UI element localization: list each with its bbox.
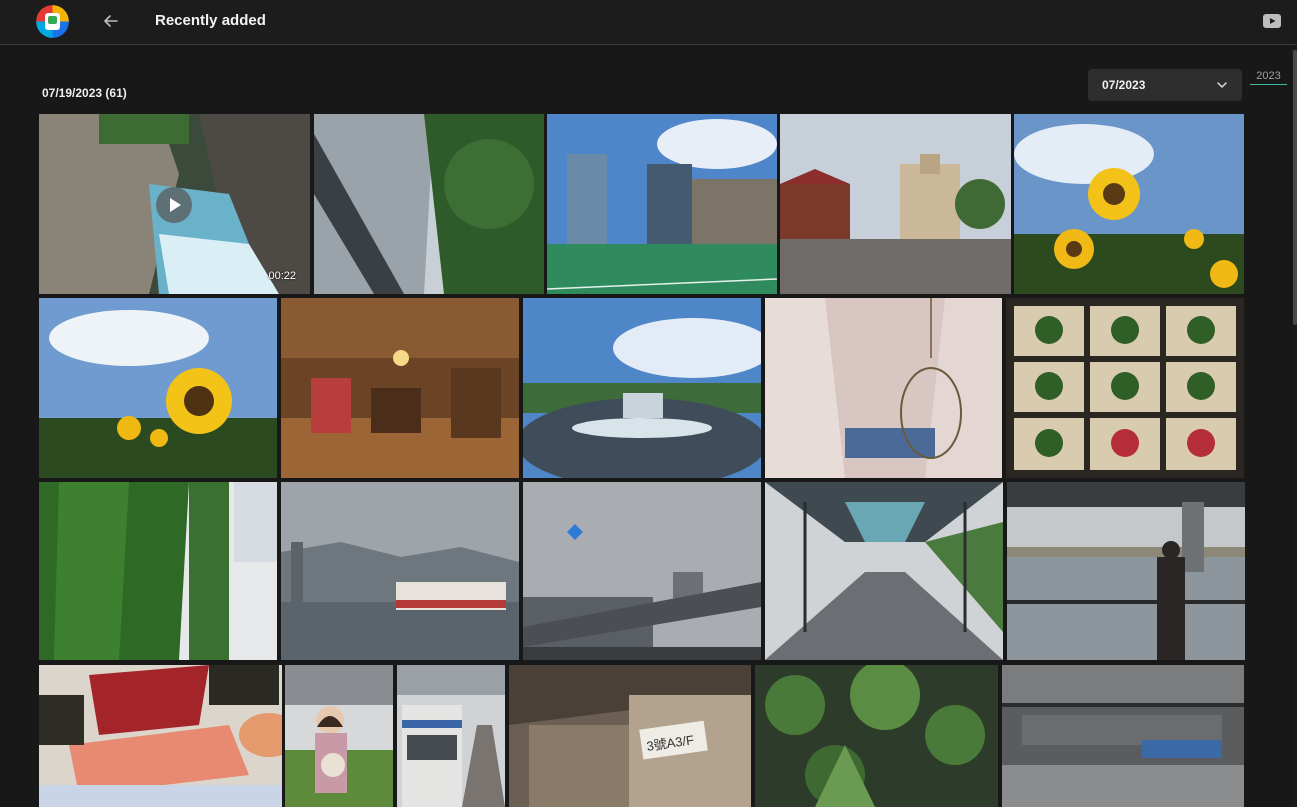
photo-tile-child-teddy[interactable] — [285, 665, 393, 807]
tram-thumbnail — [397, 665, 505, 807]
city-field-thumbnail — [547, 114, 777, 294]
app-logo-icon[interactable] — [36, 5, 69, 38]
photo-tile-glass-building-tree[interactable] — [314, 114, 544, 294]
castle-plaza-thumbnail — [780, 114, 1011, 294]
sunflower-closeup-thumbnail — [39, 298, 277, 478]
photo-tile-fern-leaves[interactable] — [755, 665, 998, 807]
sunflowers-sky-thumbnail — [1014, 114, 1244, 294]
photo-tile-covered-walkway[interactable] — [765, 482, 1003, 660]
harbour-ferry-thumbnail — [281, 482, 519, 660]
photo-tile-waterfront-person[interactable] — [1007, 482, 1245, 660]
youtube-button[interactable] — [1262, 12, 1282, 30]
photo-tile-sunflower-closeup[interactable] — [39, 298, 277, 478]
scrollbar-thumb[interactable] — [1293, 50, 1297, 325]
gift-shop-thumbnail — [281, 298, 519, 478]
photo-tile-hedge-wall[interactable] — [39, 482, 277, 660]
top-bar: Recently added — [0, 0, 1297, 45]
youtube-icon — [1263, 14, 1281, 28]
photo-tile-waterfall-video[interactable]: 00:22 — [39, 114, 310, 294]
photo-tile-gift-shop[interactable] — [281, 298, 519, 478]
photo-tile-tram[interactable] — [397, 665, 505, 807]
photo-tile-chandelier-hall[interactable] — [765, 298, 1002, 478]
photo-tile-kite-overpass[interactable] — [523, 482, 761, 660]
month-select-value: 07/2023 — [1102, 78, 1146, 92]
month-select[interactable]: 07/2023 — [1088, 69, 1242, 101]
photo-tile-sunflowers-sky[interactable] — [1014, 114, 1244, 294]
sushi-thumbnail — [39, 665, 282, 807]
date-group-heading: 07/19/2023 (61) — [42, 86, 127, 100]
glass-building-thumbnail — [314, 114, 544, 294]
chandelier-thumbnail — [765, 298, 1002, 478]
covered-walkway-thumbnail — [765, 482, 1003, 660]
photo-tile-harbour-ferry[interactable] — [281, 482, 519, 660]
video-duration: 00:22 — [268, 270, 296, 282]
industrial-ceiling-thumbnail — [1002, 665, 1244, 807]
photo-tile-storage-boxes[interactable]: 3號A3/F — [509, 665, 751, 807]
hedge-wall-thumbnail — [39, 482, 277, 660]
waterfront-person-thumbnail — [1007, 482, 1245, 660]
back-arrow-icon — [104, 15, 118, 27]
fern-leaves-thumbnail — [755, 665, 998, 807]
storage-boxes-thumbnail: 3號A3/F — [509, 665, 751, 807]
photo-tile-sushi[interactable] — [39, 665, 282, 807]
plant-shelves-thumbnail — [1006, 298, 1244, 478]
chevron-down-icon — [1217, 82, 1227, 89]
fountain-thumbnail — [523, 298, 761, 478]
back-button[interactable] — [100, 10, 122, 32]
child-teddy-thumbnail — [285, 665, 393, 807]
photo-tile-fountain[interactable] — [523, 298, 761, 478]
photo-tile-castle-plaza[interactable] — [780, 114, 1011, 294]
photo-tile-industrial-ceiling[interactable] — [1002, 665, 1244, 807]
photo-tile-city-sports-field[interactable] — [547, 114, 777, 294]
photo-tile-plant-shelves[interactable] — [1006, 298, 1244, 478]
play-icon[interactable] — [156, 187, 192, 223]
kite-overpass-thumbnail — [523, 482, 761, 660]
page-title: Recently added — [155, 12, 266, 29]
year-link[interactable]: 2023 — [1250, 70, 1287, 85]
